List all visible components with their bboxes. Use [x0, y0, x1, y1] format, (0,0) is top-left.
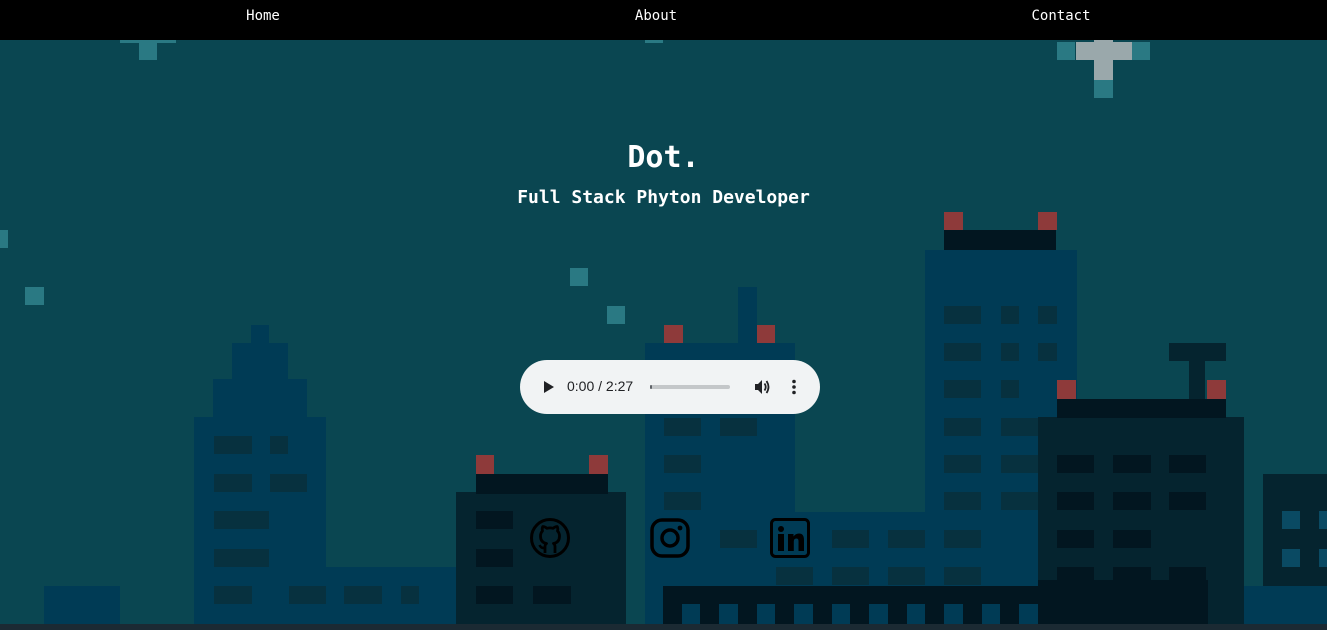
github-icon[interactable] — [529, 517, 571, 559]
audio-progress-slider[interactable] — [650, 385, 730, 389]
nav-contact-link[interactable]: Contact — [1031, 8, 1090, 24]
foreground-bridge — [663, 580, 1208, 630]
more-options-icon[interactable] — [784, 377, 804, 397]
audio-player: 0:00 / 2:27 — [520, 360, 820, 414]
audio-progress-fill — [650, 385, 652, 389]
nav-home-link[interactable]: Home — [246, 8, 280, 24]
top-navbar: Home About Contact — [0, 0, 1327, 40]
nav-about-link[interactable]: About — [635, 8, 677, 24]
hero-title: Dot. — [627, 140, 700, 175]
volume-icon[interactable] — [752, 377, 772, 397]
play-icon[interactable] — [538, 377, 558, 397]
instagram-icon[interactable] — [649, 517, 691, 559]
hero-subtitle: Full Stack Phyton Developer — [517, 187, 810, 208]
page-bottom-edge — [0, 624, 1327, 630]
audio-time-display: 0:00 / 2:27 — [567, 378, 634, 394]
linkedin-icon[interactable] — [769, 517, 811, 559]
